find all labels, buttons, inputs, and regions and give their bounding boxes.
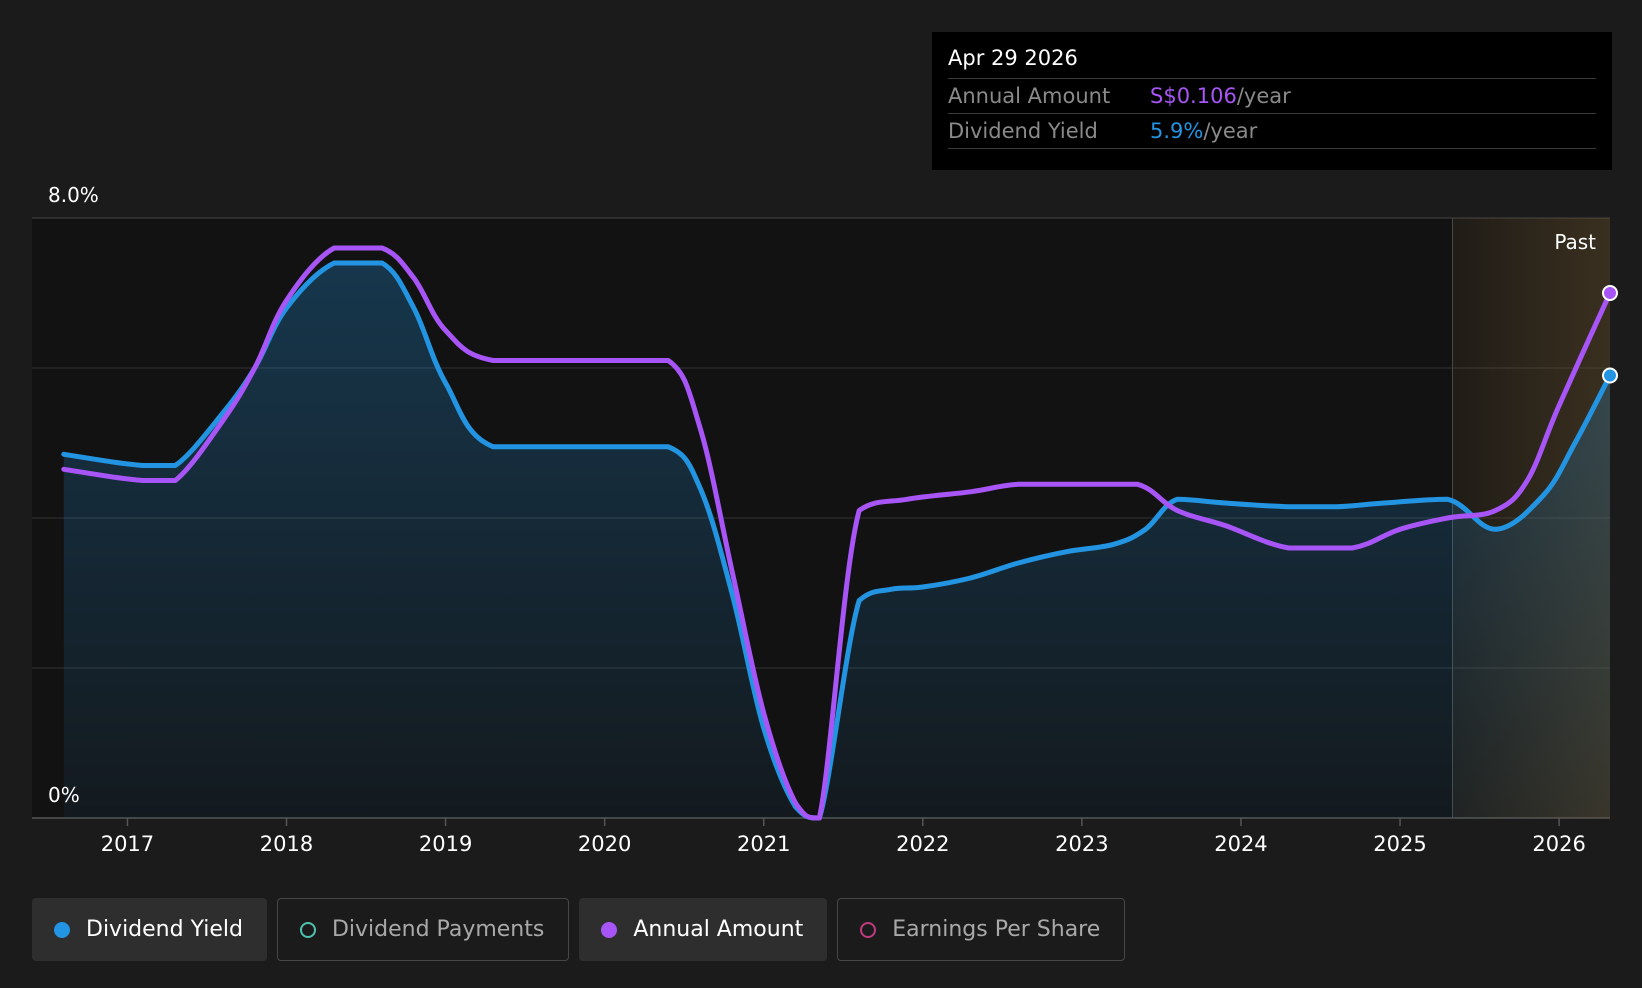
x-tick-label: 2018 — [260, 832, 313, 856]
hollow-circle-icon — [860, 921, 877, 938]
legend: Dividend Yield Dividend Payments Annual … — [32, 898, 1126, 961]
x-tick-label: 2020 — [578, 832, 631, 856]
y-tick-top: 8.0% — [48, 183, 99, 207]
y-tick-bottom: 0% — [48, 783, 80, 807]
legend-label: Earnings Per Share — [892, 917, 1101, 942]
legend-label: Annual Amount — [633, 917, 804, 942]
series-endpoint-annual-amount[interactable] — [1602, 285, 1618, 301]
tooltip-suffix: /year — [1203, 119, 1258, 143]
hollow-circle-icon — [299, 921, 316, 938]
x-tick-label: 2021 — [737, 832, 790, 856]
legend-item-earnings-per-share[interactable]: Earnings Per Share — [837, 898, 1126, 961]
x-tick-label: 2026 — [1532, 832, 1585, 856]
tooltip: Apr 29 2026 Annual Amount S$0.106 /year … — [932, 32, 1612, 170]
x-tick-label: 2023 — [1055, 832, 1108, 856]
legend-item-dividend-payments[interactable]: Dividend Payments — [276, 898, 570, 961]
tooltip-label: Dividend Yield — [948, 119, 1098, 143]
tooltip-label: Annual Amount — [948, 84, 1111, 108]
legend-label: Dividend Yield — [86, 917, 243, 942]
legend-item-dividend-yield[interactable]: Dividend Yield — [32, 898, 267, 961]
axis-layer: 2017 2018 2019 2020 2021 2022 2023 2024 2025 2026 — [101, 818, 1586, 856]
tooltip-value: S$0.106 — [1150, 84, 1237, 108]
x-tick-label: 2024 — [1214, 832, 1267, 856]
filled-circle-icon — [54, 921, 70, 938]
x-tick-label: 2017 — [101, 832, 154, 856]
x-tick-label: 2019 — [419, 832, 472, 856]
past-label: Past — [1554, 230, 1596, 254]
filled-circle-icon — [601, 921, 618, 938]
tooltip-suffix: /year — [1236, 84, 1291, 108]
x-tick-label: 2022 — [896, 832, 949, 856]
x-tick-label: 2025 — [1373, 832, 1426, 856]
tooltip-date: Apr 29 2026 — [948, 44, 1596, 79]
legend-item-annual-amount[interactable]: Annual Amount — [579, 898, 828, 961]
tooltip-row-annual-amount: Annual Amount S$0.106 /year — [948, 79, 1596, 114]
series-endpoint-dividend-yield[interactable] — [1602, 367, 1618, 384]
tooltip-value: 5.9% — [1150, 119, 1204, 143]
legend-label: Dividend Payments — [331, 917, 545, 942]
tooltip-row-dividend-yield: Dividend Yield 5.9% /year — [948, 114, 1596, 149]
